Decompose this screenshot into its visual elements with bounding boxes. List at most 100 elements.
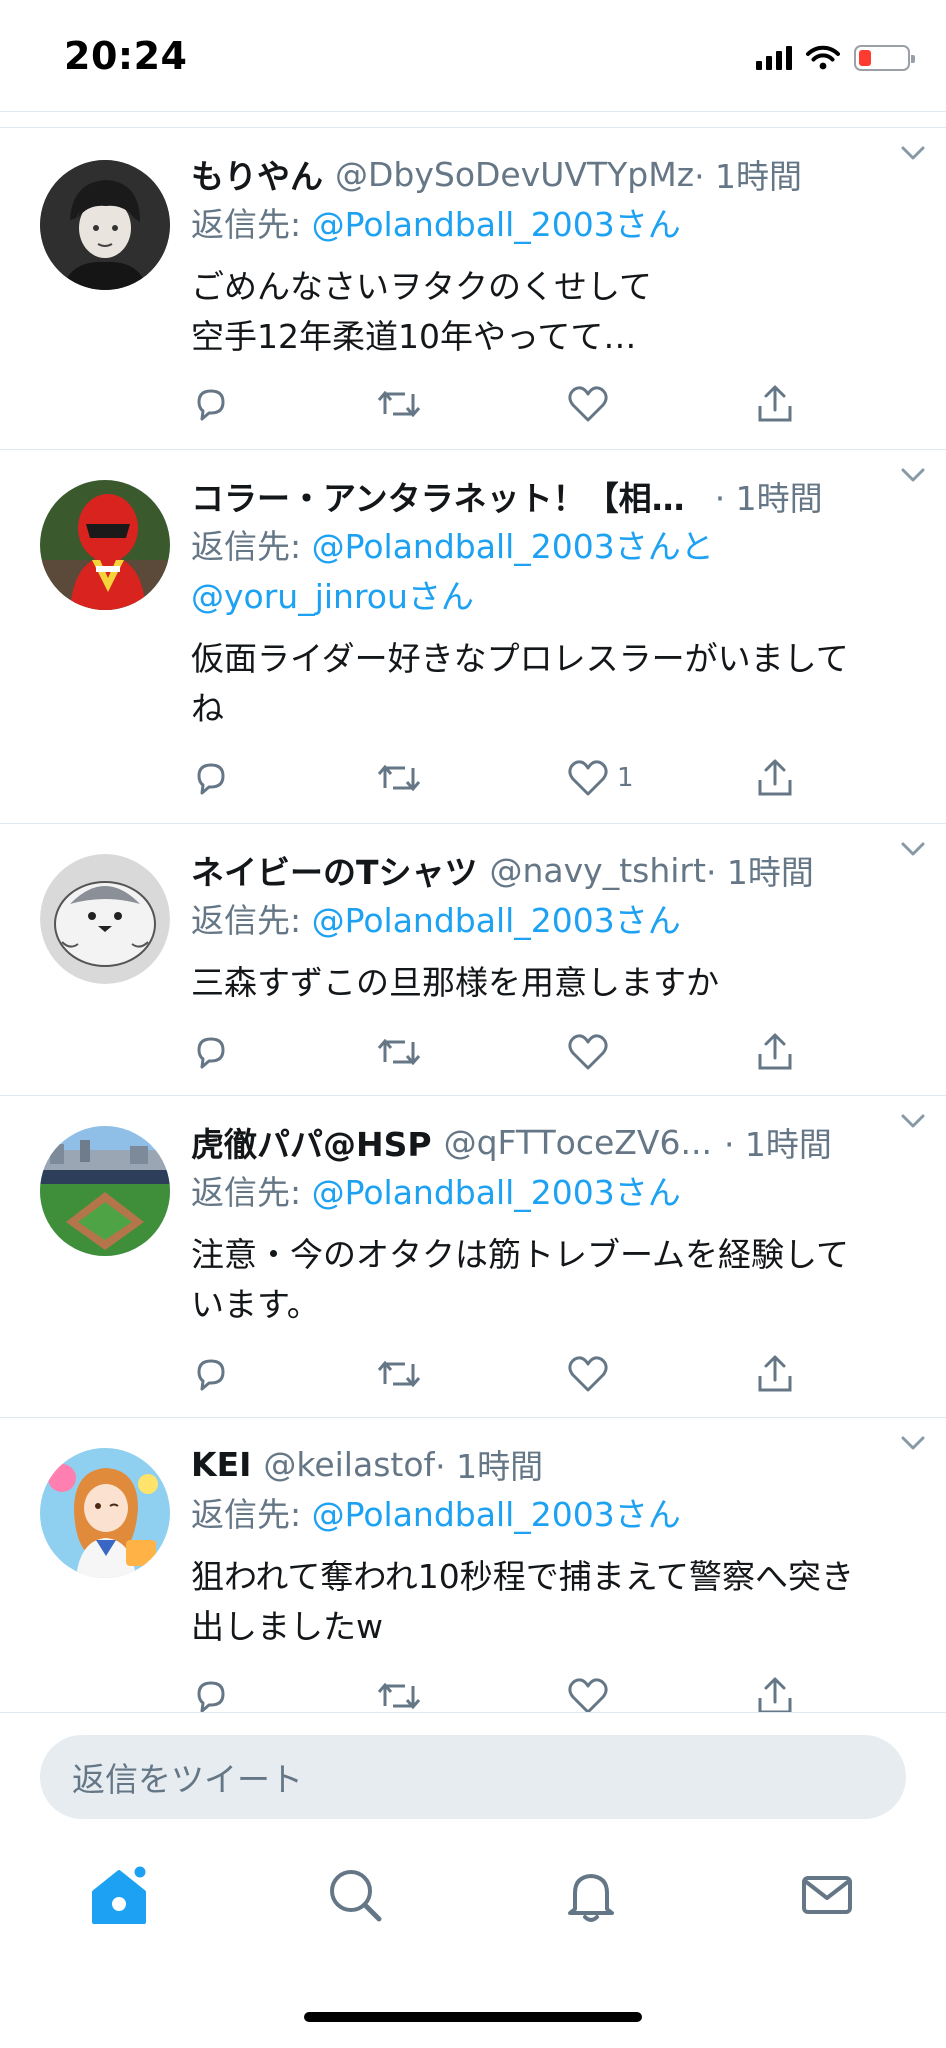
- tweet-text: 仮面ライダー好きなプロレスラーがいまして ね: [191, 634, 920, 734]
- tab-search[interactable]: [320, 1860, 390, 1930]
- mention-link[interactable]: @Polandball_2003さん: [312, 901, 681, 940]
- share-icon: [758, 1355, 792, 1392]
- reply-icon: [197, 1037, 225, 1069]
- share-button[interactable]: [755, 1030, 795, 1074]
- avatar[interactable]: [40, 160, 170, 290]
- user-handle[interactable]: @qFTTοceZV6...: [444, 1123, 712, 1162]
- retweet-button[interactable]: [375, 1674, 423, 1712]
- chevron-down-icon[interactable]: [898, 1428, 928, 1458]
- tweet-text: 狙われて奪われ10秒程で捕まえて警察へ突き 出しましたw: [191, 1552, 920, 1652]
- chevron-down-icon[interactable]: [898, 834, 928, 864]
- reply-composer: 返信をツイート: [0, 1712, 946, 1820]
- tweet[interactable]: もりやん @DbySoDevUVTYpMz · 1時間 返信先: @Poland…: [0, 128, 946, 450]
- reply-to: 返信先: @Polandball_2003さんと @yoru_jinrouさん: [191, 522, 920, 622]
- retweet-button[interactable]: [375, 382, 423, 426]
- avatar[interactable]: [40, 1126, 170, 1256]
- share-icon: [758, 1677, 792, 1712]
- tweet-actions: [191, 382, 851, 426]
- reply-button[interactable]: [191, 1030, 231, 1074]
- reply-to: 返信先: @Polandball_2003さん: [191, 1168, 920, 1218]
- retweet-button[interactable]: [375, 756, 423, 800]
- like-button[interactable]: [567, 1352, 617, 1396]
- reply-to-label: 返信先:: [191, 901, 312, 940]
- reply-button[interactable]: [191, 382, 231, 426]
- display-name[interactable]: KEI: [191, 1445, 251, 1484]
- reply-button[interactable]: [191, 1674, 231, 1712]
- status-time: 20:24: [64, 34, 188, 78]
- tweet-time: · 1時間: [435, 1447, 544, 1486]
- avatar[interactable]: [40, 854, 170, 984]
- retweet-icon: [377, 390, 421, 418]
- tweet-text-line: 仮面ライダー好きなプロレスラーがいまして: [191, 639, 849, 678]
- tweet-text-line: 空手12年柔道10年やってて…: [191, 317, 637, 356]
- mention-link[interactable]: @Polandball_2003さん: [312, 1173, 681, 1212]
- retweet-button[interactable]: [375, 1030, 423, 1074]
- reply-button[interactable]: [191, 1352, 231, 1396]
- chevron-down-icon[interactable]: [898, 138, 928, 168]
- mention-link[interactable]: @Polandball_2003さん: [312, 205, 681, 244]
- home-indicator[interactable]: [304, 2012, 642, 2022]
- tab-bar: [0, 1830, 946, 1970]
- share-button[interactable]: [755, 1674, 795, 1712]
- tweet[interactable]: コラー・アンタラネット！【相… · 1時間 返信先: @Polandball_2…: [0, 450, 946, 824]
- tab-messages[interactable]: [792, 1860, 862, 1930]
- user-handle[interactable]: @keilastof: [263, 1445, 435, 1484]
- reply-icon: [197, 1681, 225, 1712]
- tweet-text: ごめんなさいヲタクのくせして 空手12年柔道10年やってて…: [191, 262, 920, 362]
- reply-to-label: 返信先:: [191, 1495, 312, 1534]
- tweet-text-line: 狙われて奪われ10秒程で捕まえて警察へ突き: [191, 1557, 855, 1596]
- reply-to-label: 返信先:: [191, 527, 312, 566]
- tweet[interactable]: 虎徹パパ@HSP @qFTTοceZV6... · 1時間 返信先: @Pola…: [0, 1096, 946, 1418]
- tweet-text-line: います。: [191, 1285, 320, 1324]
- mention-link[interactable]: @Polandball_2003さんと: [312, 527, 714, 566]
- status-icons: [756, 42, 915, 74]
- like-button[interactable]: [567, 1030, 617, 1074]
- like-count: 1: [617, 763, 634, 793]
- tweet-header: コラー・アンタラネット！【相… · 1時間: [191, 472, 920, 520]
- like-icon: [568, 760, 608, 796]
- like-button[interactable]: [567, 1674, 617, 1712]
- mention-link[interactable]: @yoru_jinrouさん: [191, 577, 474, 616]
- tab-notifications[interactable]: [556, 1860, 626, 1930]
- status-bar: 20:24: [0, 0, 946, 112]
- reply-icon: [197, 389, 225, 421]
- display-name[interactable]: ネイビーのTシャツ: [191, 846, 478, 894]
- display-name[interactable]: 虎徹パパ@HSP: [191, 1118, 432, 1166]
- tweet[interactable]: ネイビーのTシャツ @navy_tshirt · 1時間 返信先: @Polan…: [0, 824, 946, 1096]
- reply-button[interactable]: [191, 756, 231, 800]
- display-name[interactable]: もりやん: [191, 150, 323, 198]
- like-button[interactable]: 1: [567, 756, 634, 800]
- share-button[interactable]: [755, 756, 795, 800]
- reply-icon: [197, 763, 225, 795]
- share-button[interactable]: [755, 1352, 795, 1396]
- share-button[interactable]: [755, 382, 795, 426]
- chevron-down-icon[interactable]: [898, 1106, 928, 1136]
- chevron-down-icon[interactable]: [898, 460, 928, 490]
- reply-to: 返信先: @Polandball_2003さん: [191, 200, 920, 250]
- retweet-icon: [377, 764, 421, 792]
- display-name[interactable]: コラー・アンタラネット！【相…: [191, 472, 685, 520]
- user-handle[interactable]: @DbySoDevUVTYpMz: [335, 155, 694, 194]
- like-icon: [568, 386, 608, 422]
- share-icon: [758, 759, 792, 796]
- battery-icon: [854, 45, 915, 71]
- retweet-icon: [377, 1038, 421, 1066]
- tab-home[interactable]: [84, 1860, 154, 1930]
- notifications-icon: [568, 1874, 614, 1922]
- like-button[interactable]: [567, 382, 617, 426]
- avatar[interactable]: [40, 1448, 170, 1578]
- tweet-text-line: ごめんなさいヲタクのくせして: [191, 267, 653, 306]
- reply-input[interactable]: 返信をツイート: [40, 1735, 906, 1819]
- like-icon: [568, 1034, 608, 1070]
- user-handle[interactable]: @navy_tshirt: [490, 851, 706, 890]
- retweet-button[interactable]: [375, 1352, 423, 1396]
- reply-to-label: 返信先:: [191, 205, 312, 244]
- tweet-header: 虎徹パパ@HSP @qFTTοceZV6... · 1時間: [191, 1118, 920, 1166]
- tweet[interactable]: KEI @keilastof · 1時間 返信先: @Polandball_20…: [0, 1418, 946, 1712]
- wifi-icon: [806, 45, 840, 70]
- avatar[interactable]: [40, 480, 170, 610]
- share-icon: [758, 385, 792, 422]
- mention-link[interactable]: @Polandball_2003さん: [312, 1495, 681, 1534]
- tweet-text-line: 注意・今のオタクは筋トレブームを経験して: [191, 1235, 850, 1274]
- cellular-signal-icon: [756, 46, 792, 70]
